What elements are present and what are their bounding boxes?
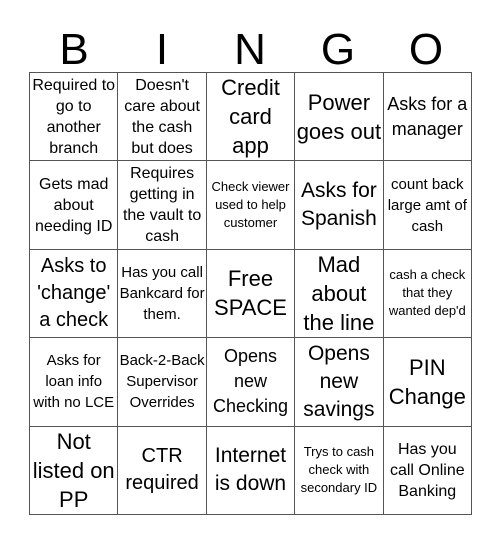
bingo-cell[interactable]: Trys to cash check with secondary ID — [295, 426, 384, 515]
bingo-cell[interactable]: Opens new Checking — [206, 338, 296, 427]
bingo-cell[interactable]: Mad about the line — [295, 249, 384, 339]
bingo-card: Required to go to another branch Doesn't… — [29, 72, 472, 515]
bingo-cell[interactable]: Required to go to another branch — [30, 73, 119, 162]
bingo-cell[interactable]: cash a check that they wanted dep'd — [383, 249, 472, 339]
bingo-cell[interactable]: Asks for a manager — [383, 73, 472, 162]
free-space-cell[interactable]: Free SPACE — [206, 249, 296, 339]
bingo-cell[interactable]: Credit card app — [206, 73, 296, 162]
bingo-cell[interactable]: Gets mad about needing ID — [30, 161, 119, 250]
bingo-cell[interactable]: Has you call Online Banking — [383, 426, 472, 515]
bingo-cell[interactable]: Has you call Bankcard for them. — [118, 249, 207, 339]
bingo-cell[interactable]: Not listed on PP — [30, 426, 119, 515]
bingo-cell[interactable]: PIN Change — [383, 338, 472, 427]
bingo-cell[interactable]: Asks for Spanish — [295, 161, 384, 250]
bingo-cell[interactable]: Check viewer used to help customer — [206, 161, 296, 250]
bingo-cell[interactable]: Power goes out — [295, 73, 384, 162]
bingo-cell[interactable]: Requires getting in the vault to cash — [118, 161, 207, 250]
bingo-cell[interactable]: Asks to 'change' a check — [30, 249, 119, 339]
bingo-cell[interactable]: CTR required — [118, 426, 207, 515]
bingo-cell[interactable]: Back-2-Back Supervisor Overrides — [118, 338, 207, 427]
bingo-cell[interactable]: Internet is down — [206, 426, 296, 515]
bingo-cell[interactable]: Asks for loan info with no LCE — [30, 338, 119, 427]
bingo-cell[interactable]: count back large amt of cash — [383, 161, 472, 250]
bingo-cell[interactable]: Opens new savings — [295, 338, 384, 427]
bingo-cell[interactable]: Doesn't care about the cash but does — [118, 73, 207, 162]
